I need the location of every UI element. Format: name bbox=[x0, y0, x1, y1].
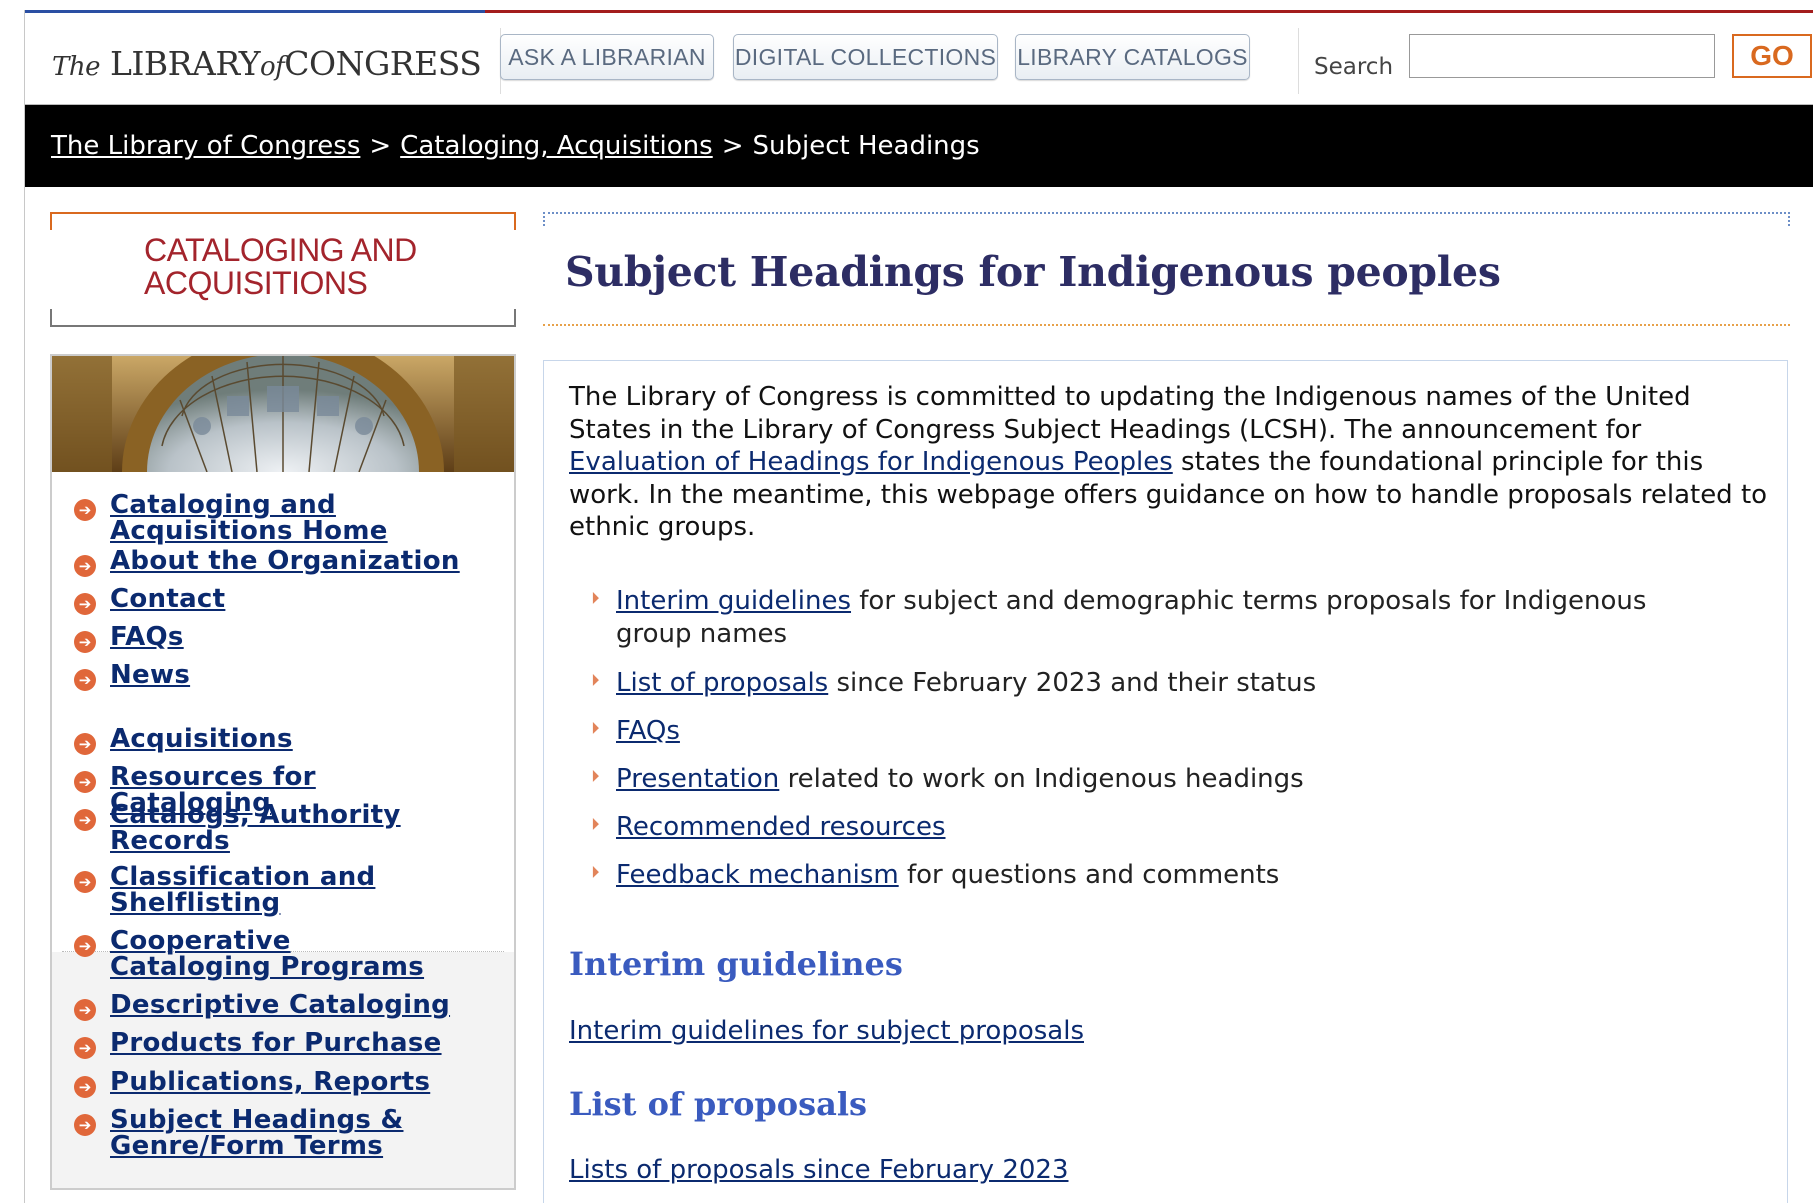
arrow-bullet-icon: ➔ bbox=[74, 669, 96, 691]
section-title-box: CATALOGING AND ACQUISITIONS bbox=[50, 212, 516, 327]
title-top-rule bbox=[543, 212, 1790, 214]
breadcrumb-cataloging-link[interactable]: Cataloging, Acquisitions bbox=[400, 131, 713, 161]
breadcrumb-separator: > bbox=[369, 131, 392, 161]
page-title: Subject Headings for Indigenous peoples bbox=[565, 248, 1501, 296]
logo-congress: CONGRESS bbox=[284, 44, 482, 83]
evaluation-headings-link[interactable]: Evaluation of Headings for Indigenous Pe… bbox=[569, 447, 1173, 477]
nav-link[interactable]: News bbox=[110, 662, 480, 688]
nav-link[interactable]: Subject Headings & Genre/Form Terms bbox=[110, 1107, 410, 1159]
lists-of-proposals-link[interactable]: Lists of proposals since February 2023 bbox=[569, 1155, 1068, 1185]
arrow-bullet-icon: ➔ bbox=[74, 999, 96, 1021]
list-arrow-icon: 🞂 bbox=[592, 862, 600, 883]
breadcrumb-separator: > bbox=[721, 131, 744, 161]
interim-guidelines-heading: Interim guidelines bbox=[569, 945, 903, 983]
digital-collections-button[interactable]: DIGITAL COLLECTIONS bbox=[733, 34, 998, 80]
list-of-proposals-link[interactable]: List of proposals bbox=[616, 668, 828, 698]
section-title[interactable]: CATALOGING AND ACQUISITIONS bbox=[144, 234, 464, 300]
list-item-text: related to work on Indigenous headings bbox=[787, 764, 1304, 794]
nav-link[interactable]: Cooperative Cataloging Programs bbox=[110, 928, 460, 980]
nav-link[interactable]: Classification and Shelflisting bbox=[110, 864, 410, 916]
nav-link[interactable]: Catalogs, Authority Records bbox=[110, 802, 410, 854]
list-arrow-icon: 🞂 bbox=[592, 588, 600, 609]
list-arrow-icon: 🞂 bbox=[592, 718, 600, 739]
list-item-text: since February 2023 and their status bbox=[836, 668, 1317, 698]
arrow-bullet-icon: ➔ bbox=[74, 935, 96, 957]
top-header: The LIBRARYofCONGRESS ASK A LIBRARIAN DI… bbox=[25, 10, 1813, 105]
intro-paragraph: The Library of Congress is committed to … bbox=[569, 381, 1769, 544]
interim-guidelines-link[interactable]: Interim guidelines bbox=[616, 586, 851, 616]
list-of-proposals-heading: List of proposals bbox=[569, 1085, 868, 1123]
faqs-link[interactable]: FAQs bbox=[616, 716, 680, 746]
library-catalogs-button[interactable]: LIBRARY CATALOGS bbox=[1015, 34, 1250, 80]
logo-library: LIBRARY bbox=[109, 44, 261, 83]
title-right-tick bbox=[1788, 212, 1790, 226]
search-label: Search bbox=[1314, 54, 1394, 80]
arrow-bullet-icon: ➔ bbox=[74, 771, 96, 793]
header-stripe-red bbox=[485, 10, 1813, 13]
title-bottom-rule bbox=[543, 324, 1790, 326]
presentation-link[interactable]: Presentation bbox=[616, 764, 779, 794]
main-content: The Library of Congress is committed to … bbox=[543, 360, 1788, 1203]
sidebar: ➔ Cataloging and Acquisitions Home ➔ Abo… bbox=[50, 354, 516, 1190]
arrow-bullet-icon: ➔ bbox=[74, 871, 96, 893]
arrow-bullet-icon: ➔ bbox=[74, 809, 96, 831]
breadcrumb-current: Subject Headings bbox=[752, 131, 980, 161]
loc-logo[interactable]: The LIBRARYofCONGRESS bbox=[52, 44, 482, 83]
arrow-bullet-icon: ➔ bbox=[74, 593, 96, 615]
nav-link[interactable]: About the Organization bbox=[110, 548, 480, 574]
arrow-bullet-icon: ➔ bbox=[74, 631, 96, 653]
arrow-bullet-icon: ➔ bbox=[74, 1114, 96, 1136]
list-arrow-icon: 🞂 bbox=[592, 814, 600, 835]
arrow-bullet-icon: ➔ bbox=[74, 499, 96, 521]
nav-link[interactable]: FAQs bbox=[110, 624, 480, 650]
title-left-tick bbox=[543, 212, 545, 226]
recommended-resources-link[interactable]: Recommended resources bbox=[616, 812, 946, 842]
nav-link[interactable]: Contact bbox=[110, 586, 480, 612]
arrow-bullet-icon: ➔ bbox=[74, 1037, 96, 1059]
search-input[interactable] bbox=[1409, 34, 1715, 78]
nav-link[interactable]: Descriptive Cataloging bbox=[110, 992, 480, 1018]
rotunda-banner-image bbox=[52, 356, 514, 472]
list-arrow-icon: 🞂 bbox=[592, 670, 600, 691]
search-divider bbox=[1298, 28, 1299, 94]
arrow-bullet-icon: ➔ bbox=[74, 555, 96, 577]
list-item-text: for questions and comments bbox=[906, 860, 1280, 890]
ask-librarian-button[interactable]: ASK A LIBRARIAN bbox=[500, 34, 714, 80]
interim-guidelines-subject-link[interactable]: Interim guidelines for subject proposals bbox=[569, 1016, 1084, 1046]
header-stripe-blue bbox=[25, 10, 485, 13]
logo-of: of bbox=[259, 52, 285, 82]
intro-text-before: The Library of Congress is committed to … bbox=[569, 382, 1691, 445]
breadcrumb: The Library of Congress > Cataloging, Acqu… bbox=[25, 105, 1813, 187]
nav-link[interactable]: Products for Purchase bbox=[110, 1030, 480, 1056]
feedback-mechanism-link[interactable]: Feedback mechanism bbox=[616, 860, 899, 890]
nav-link[interactable]: Cataloging and Acquisitions Home bbox=[110, 492, 480, 544]
search-go-button[interactable]: GO bbox=[1732, 34, 1812, 78]
arrow-bullet-icon: ➔ bbox=[74, 1076, 96, 1098]
logo-the: The bbox=[52, 52, 100, 82]
breadcrumb-home-link[interactable]: The Library of Congress bbox=[51, 131, 360, 161]
page-left-rule bbox=[24, 10, 25, 1203]
nav-link[interactable]: Acquisitions bbox=[110, 726, 480, 752]
arrow-bullet-icon: ➔ bbox=[74, 733, 96, 755]
nav-link[interactable]: Publications, Reports bbox=[110, 1069, 480, 1095]
list-arrow-icon: 🞂 bbox=[592, 766, 600, 787]
